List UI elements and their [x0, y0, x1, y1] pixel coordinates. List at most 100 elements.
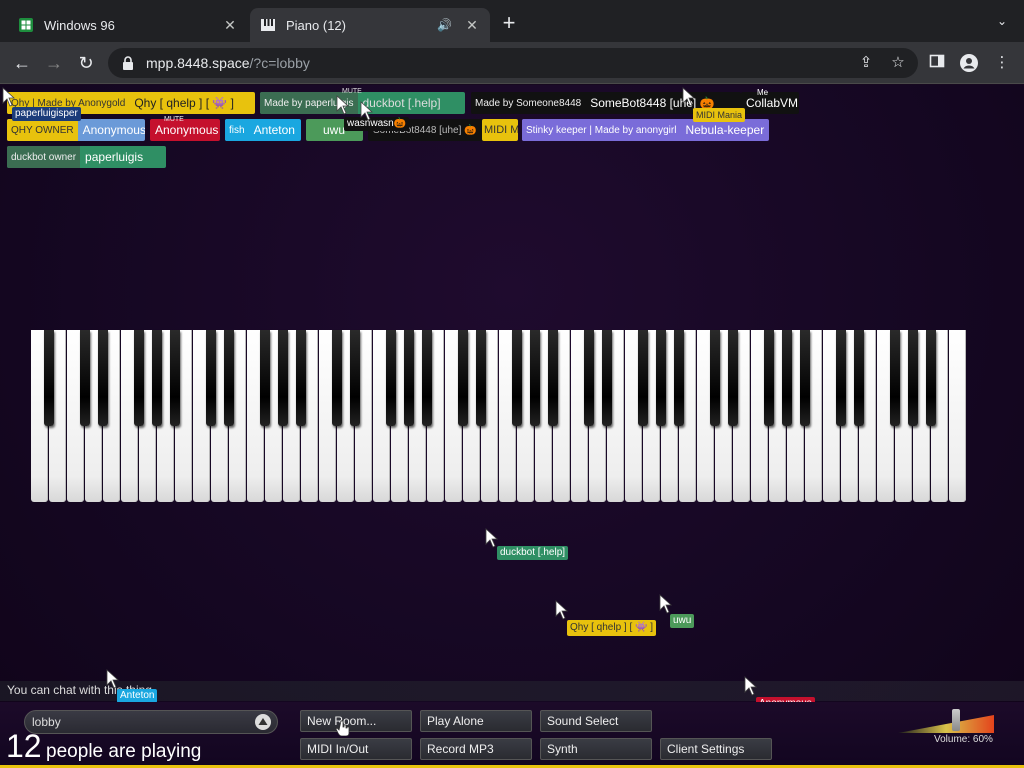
black-key[interactable]: [907, 330, 919, 426]
user-tag-anonymous-owner[interactable]: QHY OWNER Anonymous: [7, 119, 145, 141]
volume-slider[interactable]: Volume: 60%: [898, 709, 994, 745]
address-bar[interactable]: mpp.8448.space/?c=lobby: [108, 48, 918, 78]
black-key[interactable]: [331, 330, 343, 426]
piano-keyboard[interactable]: [31, 330, 967, 502]
room-name: lobby: [32, 715, 61, 729]
black-key[interactable]: [475, 330, 487, 426]
new-tab-button[interactable]: +: [498, 12, 520, 35]
client-settings-button[interactable]: Client Settings: [660, 738, 772, 760]
user-tag-anonymous-red[interactable]: Anonymous: [150, 119, 220, 141]
tag-name: Qhy [ qhelp ] [ 👾 ]: [134, 96, 234, 110]
triangle-up-icon[interactable]: [255, 714, 271, 730]
tag-name: Anonymous: [82, 123, 145, 137]
more-menu-icon[interactable]: ⋮: [992, 53, 1012, 73]
reload-icon[interactable]: ↻: [74, 51, 98, 75]
tag-badge: Stinky keeper | Made by anonygirl: [522, 119, 681, 141]
cursor-label: wasnwasn🎃: [344, 117, 410, 131]
share-icon[interactable]: ⇪: [856, 53, 876, 73]
side-panel-icon[interactable]: [927, 53, 947, 73]
black-key[interactable]: [403, 330, 415, 426]
cursor-label: MIDI Mania: [693, 108, 746, 122]
synth-button[interactable]: Synth: [540, 738, 652, 760]
mouse-cursor-icon: [106, 669, 120, 689]
black-key[interactable]: [349, 330, 361, 426]
forward-arrow-icon[interactable]: →: [42, 51, 66, 75]
close-icon[interactable]: ✕: [464, 17, 480, 34]
cursor-label-uwu: uwu: [670, 614, 695, 628]
black-key[interactable]: [151, 330, 163, 426]
mute-label: MUTE: [342, 88, 362, 95]
tab-title: Piano (12): [286, 17, 346, 33]
player-count-number: 12: [6, 728, 42, 764]
black-key[interactable]: [295, 330, 307, 426]
tab-piano[interactable]: Piano (12) 🔊 ✕: [250, 8, 490, 42]
black-key[interactable]: [169, 330, 181, 426]
user-tag-nebula-keeper[interactable]: Stinky keeper | Made by anonygirl Nebula…: [522, 119, 769, 141]
tag-name: MIDI Mania: [484, 124, 518, 136]
windows96-favicon-icon: [18, 17, 34, 33]
black-key[interactable]: [835, 330, 847, 426]
white-key[interactable]: [949, 330, 966, 502]
black-key[interactable]: [601, 330, 613, 426]
black-key[interactable]: [421, 330, 433, 426]
tag-name: paperluigis: [85, 150, 144, 164]
black-key[interactable]: [655, 330, 667, 426]
black-key[interactable]: [763, 330, 775, 426]
black-key[interactable]: [799, 330, 811, 426]
black-key[interactable]: [457, 330, 469, 426]
black-key[interactable]: [205, 330, 217, 426]
user-tag-midi-mania[interactable]: MIDI Mania: [482, 119, 518, 141]
black-key[interactable]: [853, 330, 865, 426]
browser-toolbar: ← → ↻ mpp.8448.space/?c=lobby ⇪ ☆ ⋮: [0, 42, 1024, 84]
back-arrow-icon[interactable]: ←: [10, 51, 34, 75]
black-key[interactable]: [97, 330, 109, 426]
volume-ramp: [898, 715, 994, 733]
mouse-cursor-icon: [555, 600, 569, 620]
black-key[interactable]: [781, 330, 793, 426]
black-key[interactable]: [511, 330, 523, 426]
volume-knob[interactable]: [951, 709, 960, 731]
black-key[interactable]: [709, 330, 721, 426]
piano-room-page: Qhy | Made by Anonygold Qhy [ qhelp ] [ …: [0, 85, 1024, 768]
black-key[interactable]: [673, 330, 685, 426]
midi-in-out-button[interactable]: MIDI In/Out: [300, 738, 412, 760]
hand-pointer-icon: [336, 720, 350, 736]
url-path: /?c=lobby: [249, 55, 310, 71]
tab-title: Windows 96: [44, 17, 115, 33]
tag-name: CollabVM: [746, 96, 799, 110]
black-key[interactable]: [133, 330, 145, 426]
black-key[interactable]: [925, 330, 937, 426]
black-key[interactable]: [223, 330, 235, 426]
cursor-label-duckbot: duckbot [.help]: [497, 546, 569, 560]
black-key[interactable]: [637, 330, 649, 426]
record-mp3-button[interactable]: Record MP3: [420, 738, 532, 760]
black-key[interactable]: [529, 330, 541, 426]
cursor-label-qhy: Qhy [ qhelp ] [ 👾 ]: [567, 620, 657, 636]
player-count-label: people are playing: [46, 741, 202, 762]
black-key[interactable]: [277, 330, 289, 426]
control-bar: lobby 12 people are playing New Room... …: [0, 702, 1024, 768]
new-room-button[interactable]: New Room...: [300, 710, 412, 732]
chevron-down-icon[interactable]: ⌄: [992, 14, 1012, 34]
speaker-icon[interactable]: 🔊: [437, 18, 452, 32]
black-key[interactable]: [727, 330, 739, 426]
user-tag-anteton[interactable]: fish Anteton: [225, 119, 301, 141]
profile-avatar-icon[interactable]: [959, 53, 979, 73]
black-key[interactable]: [385, 330, 397, 426]
black-key[interactable]: [43, 330, 55, 426]
tab-windows-96[interactable]: Windows 96 ✕: [8, 8, 248, 42]
star-icon[interactable]: ☆: [888, 53, 908, 73]
black-key[interactable]: [583, 330, 595, 426]
black-key[interactable]: [889, 330, 901, 426]
cursor-label-anteton: Anteton: [117, 689, 158, 703]
play-alone-button[interactable]: Play Alone: [420, 710, 532, 732]
tag-name: Nebula-keeper: [685, 123, 765, 137]
user-tag-collabvm[interactable]: CollabVM: [741, 92, 799, 114]
close-icon[interactable]: ✕: [222, 17, 238, 34]
user-tag-paperluigis[interactable]: duckbot owner paperluigis: [7, 146, 166, 168]
sound-select-button[interactable]: Sound Select: [540, 710, 652, 732]
black-key[interactable]: [547, 330, 559, 426]
black-key[interactable]: [79, 330, 91, 426]
black-key[interactable]: [259, 330, 271, 426]
tag-name: Anonymous: [155, 123, 219, 137]
